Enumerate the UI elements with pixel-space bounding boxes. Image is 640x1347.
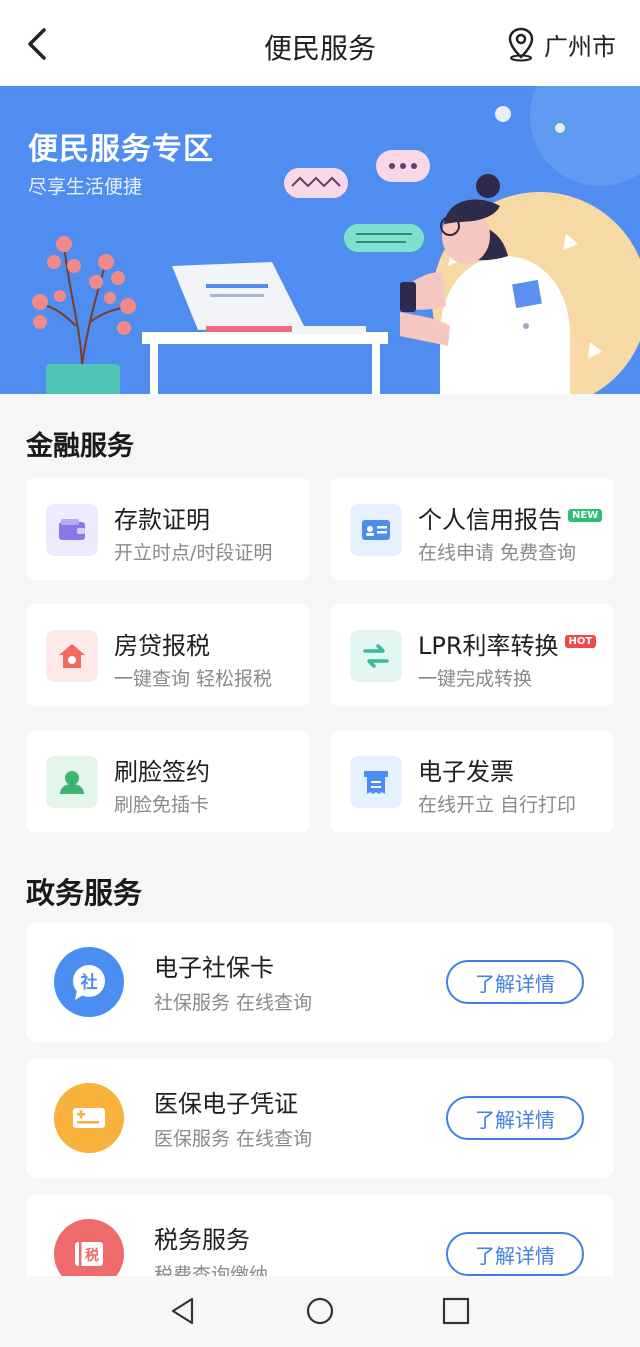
card-subtitle: 开立时点/时段证明 [114,542,273,564]
swap-icon [350,630,402,682]
tax-service-card[interactable]: 税 税务服务 税费查询缴纳 了解详情 [26,1194,614,1276]
card-subtitle: 刷脸免插卡 [114,794,210,816]
nav-recents-icon[interactable] [441,1296,471,1326]
system-navigation-bar [0,1276,640,1347]
service-title: 税务服务 [154,1226,250,1254]
wallet-icon [46,504,98,556]
face-icon [46,756,98,808]
service-title: 电子社保卡 [154,954,274,982]
card-subtitle: 在线开立 自行打印 [418,794,577,816]
location-selector[interactable]: 广州市 [506,26,616,62]
promo-banner[interactable]: 便民服务专区 尽享生活便捷 [0,86,640,394]
social-security-card[interactable]: 社 电子社保卡 社保服务 在线查询 了解详情 [26,922,614,1042]
new-badge: NEW [568,509,603,522]
service-title: 医保电子凭证 [154,1090,298,1118]
invoice-icon [350,756,402,808]
tax-icon-text: 税 [85,1247,99,1264]
hot-badge: HOT [564,635,597,648]
banner-subtitle: 尽享生活便捷 [28,176,143,198]
finance-section-title: 金融服务 [26,431,134,462]
tax-icon: 税 [54,1219,124,1276]
location-pin-icon [508,27,534,62]
id-card-icon [350,504,402,556]
deposit-certificate-card[interactable]: 存款证明 开立时点/时段证明 [26,478,310,580]
top-bar: 便民服务 广州市 [0,0,640,86]
service-subtitle: 社保服务 在线查询 [154,992,313,1014]
nav-back-icon[interactable] [168,1296,198,1326]
government-section-title: 政务服务 [26,876,143,910]
mortgage-tax-card[interactable]: 房贷报税 一键查询 轻松报税 [26,604,310,706]
social-security-icon: 社 [54,947,124,1017]
card-title: 电子发票 [418,758,514,786]
banner-title: 便民服务专区 [28,132,214,167]
medical-insurance-card[interactable]: 医保电子凭证 医保服务 在线查询 了解详情 [26,1058,614,1178]
face-sign-card[interactable]: 刷脸签约 刷脸免插卡 [26,730,310,832]
service-subtitle: 税费查询缴纳 [154,1264,269,1276]
location-label: 广州市 [544,32,616,61]
card-subtitle: 一键查询 轻松报税 [114,668,273,690]
nav-home-icon[interactable] [305,1296,335,1326]
service-subtitle: 医保服务 在线查询 [154,1128,313,1150]
social-security-icon-text: 社 [80,972,98,993]
card-title: 房贷报税 [114,632,210,660]
card-title: LPR利率转换 HOT [418,626,597,661]
card-title-text: 个人信用报告 [418,506,562,534]
lpr-conversion-card[interactable]: LPR利率转换 HOT 一键完成转换 [330,604,614,706]
e-invoice-card[interactable]: 电子发票 在线开立 自行打印 [330,730,614,832]
medical-voucher-icon [54,1083,124,1153]
learn-more-button[interactable]: 了解详情 [446,1096,584,1140]
learn-more-button[interactable]: 了解详情 [446,1232,584,1276]
card-title: 刷脸签约 [114,758,210,786]
card-title-text: LPR利率转换 [418,632,559,660]
card-title: 个人信用报告 NEW [418,500,603,535]
house-icon [46,630,98,682]
credit-report-card[interactable]: 个人信用报告 NEW 在线申请 免费查询 [330,478,614,580]
learn-more-button[interactable]: 了解详情 [446,960,584,1004]
card-title: 存款证明 [114,506,210,534]
card-subtitle: 一键完成转换 [418,668,533,690]
card-subtitle: 在线申请 免费查询 [418,542,577,564]
